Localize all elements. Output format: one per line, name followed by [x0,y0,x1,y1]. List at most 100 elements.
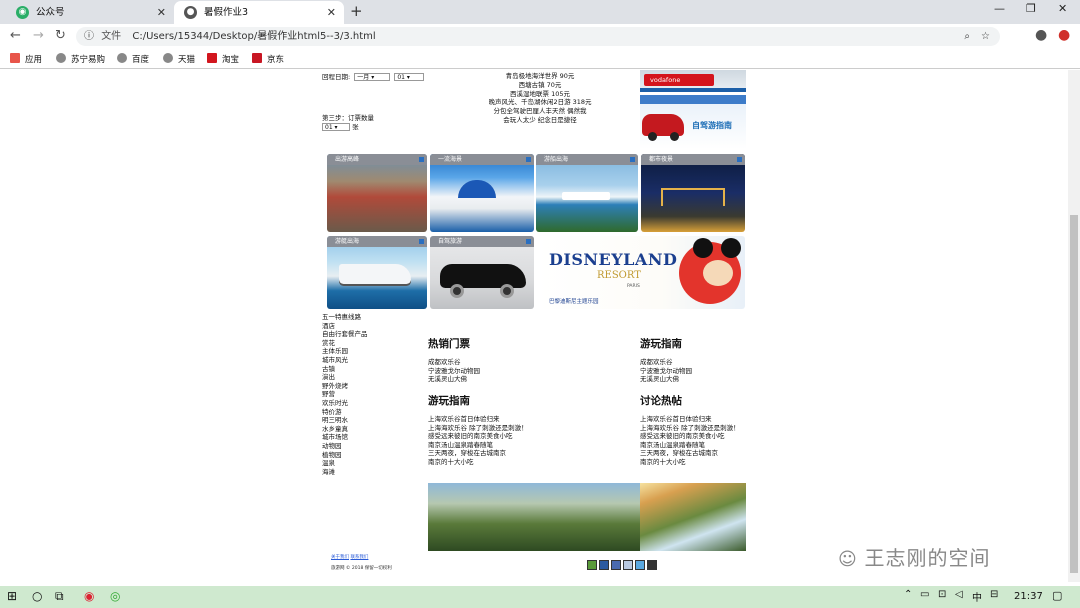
clock[interactable]: 21:37 [1014,591,1043,602]
back-icon[interactable]: ← [10,28,21,43]
watermark: ☺ 王志刚的空间 [838,546,991,570]
minimize-icon[interactable]: — [994,2,1005,15]
list-item[interactable]: 宁波雅戈尔动物园 [640,367,692,376]
disneyland-banner[interactable]: DISNEYLAND RESORT PARIS 巴黎迪斯尼主题乐园 [537,236,745,309]
search-icon[interactable]: ○ [32,589,42,603]
menu-item[interactable]: 城市场馆 [322,433,368,442]
menu-item[interactable]: 野营 [322,390,368,399]
menu-item[interactable]: 酒店 [322,322,368,331]
menu-item[interactable]: 古镇 [322,365,368,374]
menu-item[interactable]: 明三明水 [322,416,368,425]
tile-cruise[interactable]: 游船出海 [536,154,638,232]
tab-gongzhonghao[interactable]: ◉ 公众号 ✕ [6,1,174,24]
menu-item[interactable]: 温泉 [322,459,368,468]
extension-icon[interactable]: ● [1058,27,1070,43]
list-item[interactable]: 无溪灵山大佛 [640,375,692,384]
restore-icon[interactable]: ❐ [1026,2,1036,15]
new-tab-icon[interactable]: + [350,2,363,20]
close-tab-icon[interactable]: ✕ [327,1,336,24]
bookmark-tmall[interactable]: 天猫 [163,53,195,65]
windows-start-icon[interactable]: ⊞ [7,589,17,603]
profile-icon[interactable]: ● [1035,27,1047,43]
about-link[interactable]: 关于我们 [331,555,349,560]
task-view-icon[interactable]: ⧉ [55,589,64,604]
scrollbar-thumb[interactable] [1070,215,1078,573]
list-item[interactable]: 成都欢乐谷 [640,358,692,367]
tray-up-icon[interactable]: ⌃ [904,589,912,600]
zoom-icon[interactable]: ⌕ [964,27,970,46]
tile-peak-travel[interactable]: 出游高峰 [327,154,427,232]
ime-icon[interactable]: ⊟ [990,589,998,600]
list-item[interactable]: 上海海欢乐谷 除了刺激还是刺激！ [640,424,740,433]
tile-night-city[interactable]: 都市夜景 [641,154,745,232]
list-item[interactable]: 上海欢乐谷首日体验归来 [428,415,528,424]
star-icon[interactable]: ☆ [981,27,990,46]
list-item[interactable]: 三天两夜，穿梭在古城南京 [640,449,740,458]
landscape-image-2 [534,483,640,551]
wechat-icon: ◉ [16,6,29,19]
bookmark-taobao[interactable]: 淘宝 [207,53,239,65]
menu-item[interactable]: 五一特惠线路 [322,313,368,322]
menu-item[interactable]: 特价游 [322,408,368,417]
close-window-icon[interactable]: ✕ [1058,2,1067,15]
self-drive-ad[interactable]: 自驾游指南 自驾游指南 [640,95,746,149]
chrome-icon[interactable]: ◉ [84,589,94,603]
section-title-guide: 游玩指南 [640,338,682,350]
vodafone-banner[interactable]: vodafone [640,70,746,92]
tile-seaview[interactable]: 一流海景 [430,154,534,232]
share-icon-3[interactable] [611,560,621,570]
promo-line[interactable]: 晚声风光、千岛湖休闲2日游 318元 [470,98,610,107]
network-icon[interactable]: ⊡ [938,589,946,600]
page-content: 回程日期: 一月 ▾ 01 ▾ 第三步：订票数量 01 ▾ 张 青岛极地海洋世界… [0,70,1068,582]
list-item[interactable]: 上海海欢乐谷 除了刺激还是刺激！ [428,424,528,433]
menu-item[interactable]: 主体乐园 [322,347,368,356]
forward-icon[interactable]: → [33,28,44,43]
promo-line[interactable]: 分包全驾驶巴厘人丰天然 偶然我 [470,107,610,116]
list-item[interactable]: 感受远来彼旧的南京美食小吃 [428,432,528,441]
tile-self-drive[interactable]: 自驾旅游 [430,236,534,309]
bookmark-suning[interactable]: 苏宁易购 [56,53,105,65]
list-item[interactable]: 无溪灵山大佛 [428,375,480,384]
menu-item[interactable]: 海滩 [322,468,368,477]
battery-icon[interactable]: ▭ [920,589,929,600]
list-item[interactable]: 上海欢乐谷首日体验归来 [640,415,740,424]
share-icon-6[interactable] [647,560,657,570]
vertical-scrollbar[interactable] [1068,70,1080,582]
watermark-icon: ☺ [838,549,865,570]
menu-item[interactable]: 城市风光 [322,356,368,365]
day-select[interactable]: 01 ▾ [394,73,425,81]
list-item[interactable]: 宁波雅戈尔动物园 [428,367,480,376]
bookmark-jd[interactable]: 京东 [252,53,284,65]
reload-icon[interactable]: ↻ [55,28,66,43]
contact-link[interactable]: 联系我们 [350,555,368,560]
notification-icon[interactable]: ▢ [1052,589,1062,602]
close-tab-icon[interactable]: ✕ [157,1,166,24]
menu-item[interactable]: 欢乐时光 [322,399,368,408]
list-item[interactable]: 三天两夜，穿梭在古城南京 [428,449,528,458]
promo-line[interactable]: 会玩人太少 纪念日是捷径 [470,116,610,125]
promo-line[interactable]: 西塘古镇 70元 [470,81,610,90]
bookmark-baidu[interactable]: 百度 [117,53,149,65]
tile-yacht[interactable]: 游艇出海 [327,236,427,309]
share-icon-1[interactable] [587,560,597,570]
volume-icon[interactable]: ◁ [955,589,963,600]
tab-active[interactable]: ● 暑假作业3 ✕ [174,1,344,24]
wechat-icon[interactable]: ◎ [110,589,120,603]
menu-item[interactable]: 演出 [322,373,368,382]
address-bar[interactable]: ⓘ 文件 C:/Users/15344/Desktop/暑假作业html5--3… [76,27,1000,46]
list-item[interactable]: 感受远来彼旧的南京美食小吃 [640,432,740,441]
ime-indicator[interactable]: 中 [972,589,982,604]
share-icon-5[interactable] [635,560,645,570]
qty-select[interactable]: 01 ▾ [322,123,350,131]
menu-item[interactable]: 植物园 [322,451,368,460]
bookmark-apps[interactable]: 应用 [10,53,42,65]
share-icon-4[interactable] [623,560,633,570]
month-select[interactable]: 一月 ▾ [354,73,391,81]
list-item[interactable]: 南京的十大小吃 [640,458,740,467]
promo-line[interactable]: 青岛极地海洋世界 90元 [470,72,610,81]
share-icon-2[interactable] [599,560,609,570]
list-item[interactable]: 南京的十大小吃 [428,458,528,467]
menu-item[interactable]: 动物园 [322,442,368,451]
list-item[interactable]: 成都欢乐谷 [428,358,480,367]
menu-item[interactable]: 自由行套餐产品 [322,330,368,339]
